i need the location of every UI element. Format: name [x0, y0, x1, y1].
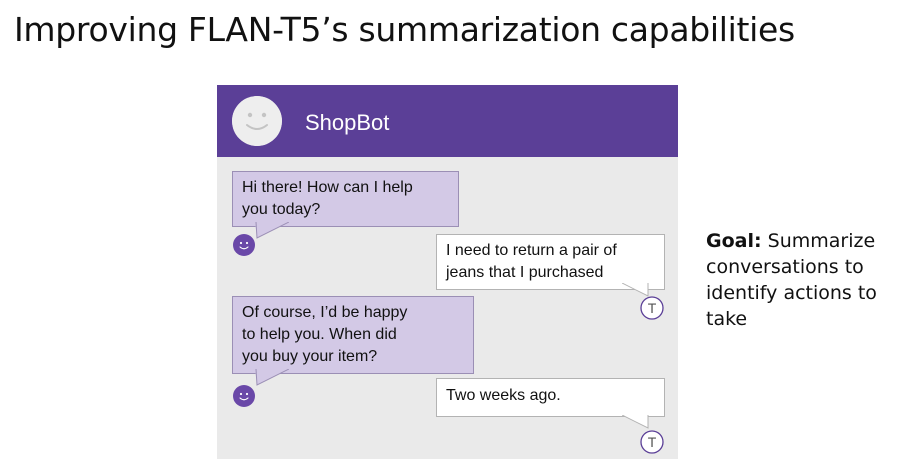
bubble-tail: [255, 222, 289, 239]
bot-message: Of course, I’d be happy to help you. Whe…: [232, 296, 474, 374]
user-avatar-icon: T: [640, 296, 664, 320]
user-avatar-letter: T: [648, 300, 657, 316]
message-line: Hi there! How can I help: [242, 179, 413, 196]
slide-title: Improving FLAN-T5’s summarization capabi…: [14, 10, 795, 49]
message-line: you buy your item?: [242, 348, 378, 365]
goal-label: Goal:: [706, 230, 762, 252]
bubble-tail: [255, 369, 289, 386]
smiley-avatar-icon: [232, 96, 282, 146]
bot-name: ShopBot: [305, 110, 390, 135]
message-line: Of course, I’d be happy: [242, 304, 408, 321]
goal-description: Goal: Summarize conversations to identif…: [706, 228, 906, 332]
bot-avatar-icon: [233, 385, 255, 407]
bot-message: Hi there! How can I help you today?: [232, 171, 459, 227]
user-avatar-icon: T: [640, 430, 664, 454]
message-line: to help you. When did: [242, 326, 397, 343]
message-line: you today?: [242, 201, 321, 218]
user-message: I need to return a pair of jeans that I …: [436, 234, 665, 290]
user-message: Two weeks ago.: [436, 378, 665, 417]
chat-header: ShopBot: [217, 85, 678, 157]
message-line: jeans that I purchased: [446, 264, 604, 281]
message-line: Two weeks ago.: [446, 387, 561, 404]
chat-window: ShopBot Hi there! How can I help you tod…: [217, 85, 678, 459]
message-line: I need to return a pair of: [446, 242, 617, 259]
bubble-tail: [622, 283, 649, 297]
bot-avatar-icon: [233, 234, 255, 256]
user-avatar-letter: T: [648, 434, 657, 450]
bubble-tail: [622, 415, 649, 429]
